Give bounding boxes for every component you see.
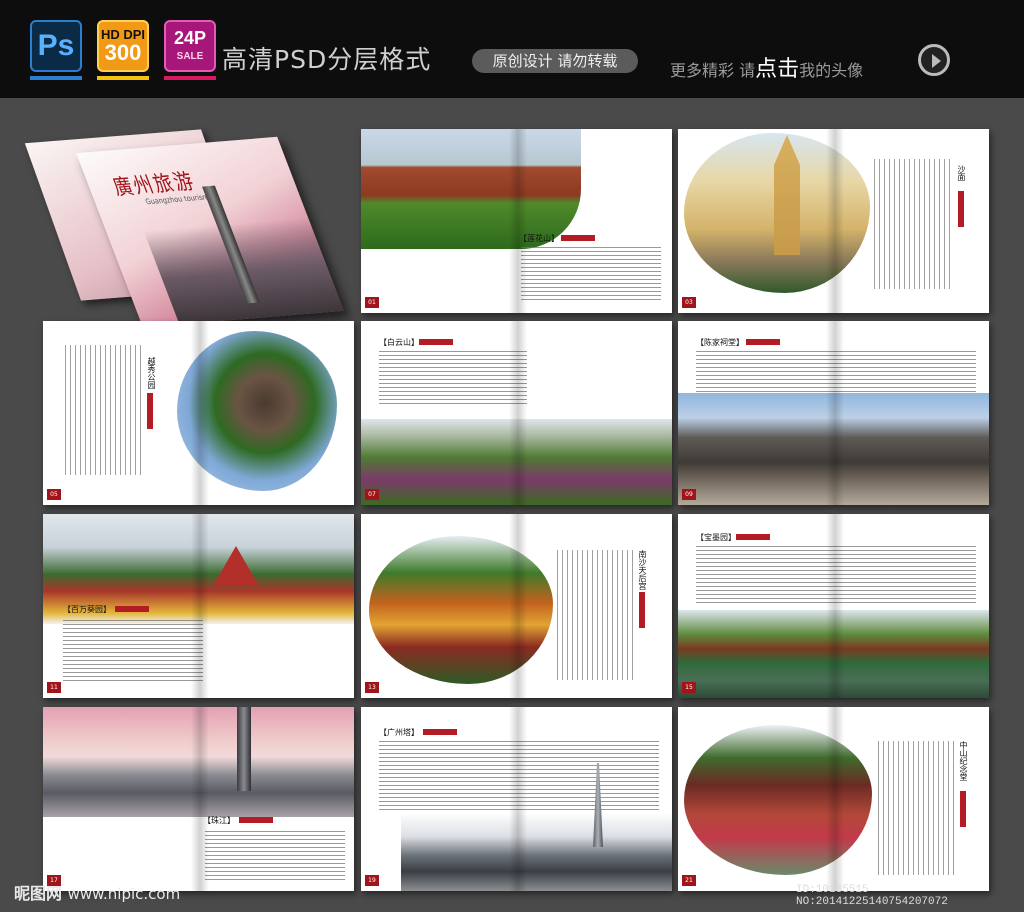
spread-label: 中山纪念堂 — [959, 741, 968, 781]
spread-red-tag — [958, 191, 964, 227]
body-text-block — [696, 546, 976, 606]
pearl-river-skyline-photo — [43, 707, 354, 817]
spread-red-tag — [960, 791, 966, 827]
original-design-pill: 原创设计 请勿转载 — [472, 49, 638, 73]
page-number: 01 — [365, 297, 379, 308]
ps-badge-underline — [30, 76, 82, 80]
spread-label: 珠江 — [203, 815, 235, 826]
page-number: 07 — [365, 489, 379, 500]
spread-label: 沙面 — [957, 165, 966, 181]
pages-badge-underline — [164, 76, 216, 80]
body-text-block — [878, 741, 954, 875]
spread-lianhuashan: 莲花山 01 — [361, 129, 672, 313]
body-text-block — [557, 550, 633, 680]
dpi-value: 300 — [104, 40, 142, 65]
more-click-emphasis: 点击 — [755, 57, 800, 82]
spread-label: 陈家祠堂 — [696, 337, 744, 348]
more-prefix: 更多精彩 请 — [670, 61, 756, 80]
spread-chen-clan-hall: 陈家祠堂 09 — [678, 321, 989, 505]
pages-sale-label: SALE — [176, 51, 204, 62]
spread-red-tag — [746, 339, 780, 345]
spread-red-tag — [115, 606, 149, 612]
spread-shamian: 沙面 03 — [678, 129, 989, 313]
spread-label: 百万葵园 — [63, 604, 111, 615]
spread-nansha-tianhou-palace: 南沙天后宫 13 — [361, 514, 672, 698]
memorial-hall-photo — [684, 725, 872, 875]
spread-yuexiu-park: 越秀公园 05 — [43, 321, 354, 505]
page-number: 19 — [365, 875, 379, 886]
page-number: 13 — [365, 682, 379, 693]
pages-count: 24P — [173, 28, 207, 48]
body-text-block — [696, 351, 976, 393]
spread-label: 南沙天后宫 — [638, 550, 647, 590]
body-text-block — [379, 741, 659, 813]
photoshop-badge-icon: Ps — [30, 20, 82, 72]
five-goats-statue-photo — [177, 331, 337, 491]
header-bar: Ps HD DPI 300 24P SALE 高清PSD分层格式 原创设计 请勿… — [0, 0, 1024, 98]
watermark-logo-text: 昵图网 — [14, 884, 63, 903]
spread-sun-yat-sen-memorial-hall: 中山纪念堂 21 — [678, 707, 989, 891]
page-number: 09 — [682, 489, 696, 500]
page-number: 15 — [682, 682, 696, 693]
spread-label: 莲花山 — [519, 233, 559, 244]
spread-label: 白云山 — [379, 337, 419, 348]
baiyun-mountain-photo — [361, 419, 672, 505]
body-text-block — [205, 831, 345, 883]
nipic-watermark: 昵图网 www.nipic.com — [14, 880, 180, 904]
page-number: 05 — [47, 489, 61, 500]
spread-label: 宝墨园 — [696, 532, 736, 543]
more-link[interactable]: 更多精彩 请点击我的头像 — [670, 51, 863, 83]
canton-tower-photo — [401, 813, 672, 891]
spread-label: 越秀公园 — [147, 357, 156, 389]
hd-dpi-badge: HD DPI 300 — [97, 20, 149, 72]
body-text-block — [521, 247, 661, 303]
hd-badge-underline — [97, 76, 149, 80]
spread-red-tag — [736, 534, 770, 540]
spread-red-tag — [419, 339, 453, 345]
body-text-block — [874, 159, 950, 289]
chen-clan-hall-photo — [678, 393, 989, 505]
spread-red-tag — [561, 235, 595, 241]
spread-canton-tower: 广州塔 19 — [361, 707, 672, 891]
spread-pearl-river: 珠江 17 — [43, 707, 354, 891]
spread-baomo-garden: 宝墨园 15 — [678, 514, 989, 698]
watermark-url: www.nipic.com — [67, 885, 181, 903]
arrow-right-icon[interactable] — [918, 44, 950, 76]
pages-badge: 24P SALE — [164, 20, 216, 72]
page-number: 03 — [682, 297, 696, 308]
tianhou-palace-photo — [369, 536, 553, 684]
more-suffix: 我的头像 — [799, 61, 864, 80]
baomo-garden-photo — [678, 610, 989, 698]
page-number: 21 — [682, 875, 696, 886]
body-text-block — [379, 351, 527, 407]
page-number: 11 — [47, 682, 61, 693]
spread-label: 广州塔 — [379, 727, 419, 738]
image-id-line: ID:10185515 NO:20141225140754207072 — [796, 884, 948, 908]
lianhuashan-photo — [361, 129, 581, 249]
spread-baiyun-mountain: 白云山 07 — [361, 321, 672, 505]
spread-red-tag — [239, 817, 273, 823]
spread-red-tag — [639, 592, 645, 628]
body-text-block — [63, 620, 203, 684]
spread-sunflower-garden: 百万葵园 11 — [43, 514, 354, 698]
spread-red-tag — [423, 729, 457, 735]
body-text-block — [65, 345, 141, 475]
skyscraper-photo — [237, 707, 251, 791]
spread-red-tag — [147, 393, 153, 429]
format-title: 高清PSD分层格式 — [222, 45, 432, 74]
booklet-front-cover: 廣州旅游 Guangzhou tourism — [76, 136, 344, 328]
